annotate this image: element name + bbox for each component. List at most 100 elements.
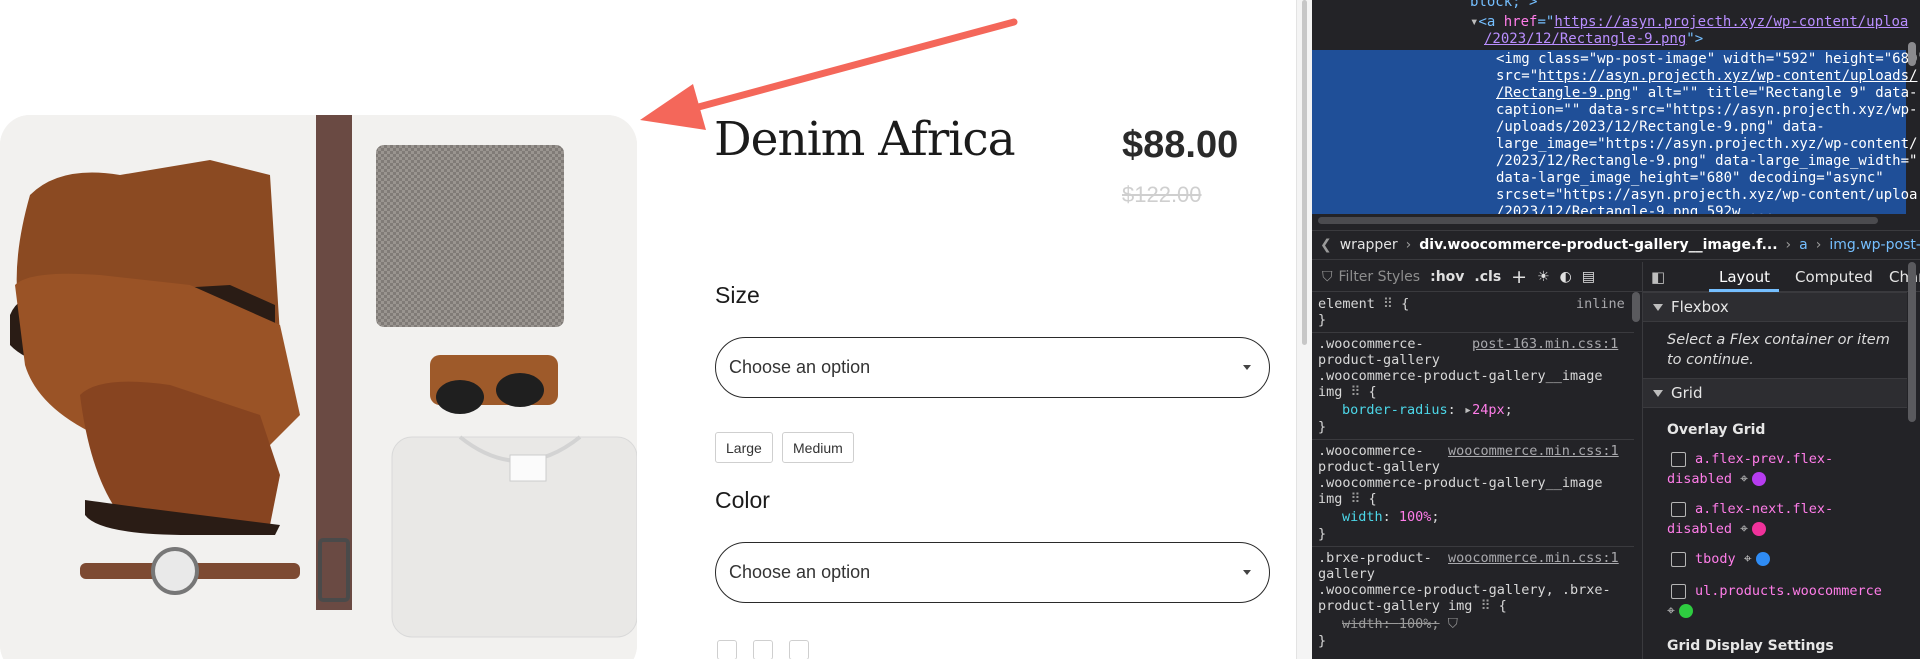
chevron-left-icon[interactable]: ❮ [1320, 237, 1332, 253]
dom-tree[interactable]: block;"> ▾<a href="https://asyn.projecth… [1312, 0, 1920, 214]
grid-section-header[interactable]: Grid [1643, 378, 1907, 408]
color-swatch[interactable] [753, 640, 773, 659]
rule-selector[interactable]: gallery [1318, 566, 1375, 583]
add-rule-button[interactable]: + [1511, 266, 1527, 288]
dom-node-a[interactable]: ▾<a href="https://asyn.projecth.xyz/wp-c… [1470, 14, 1908, 31]
belt-graphic [316, 115, 352, 610]
size-option-medium[interactable]: Medium [782, 432, 854, 463]
tab-computed[interactable]: Computed [1795, 268, 1873, 286]
grid-overlay-checkbox[interactable] [1671, 552, 1686, 567]
css-property: width [1342, 616, 1383, 632]
tab-layout[interactable]: Layout [1719, 268, 1770, 286]
color-label: Color [715, 487, 770, 513]
grid-color-swatch[interactable] [1752, 472, 1767, 486]
dom-line: large_image="https://asyn.projecth.xyz/w… [1496, 136, 1918, 152]
grid-item-label: a.flex-prev.flex- [1695, 451, 1834, 467]
class-toggle[interactable]: .cls [1474, 269, 1501, 285]
color-select[interactable]: Choose an option [715, 542, 1270, 603]
collapse-triangle-icon [1653, 389, 1663, 397]
rule-divider [1312, 332, 1634, 333]
rule-selector[interactable]: product-gallery [1318, 352, 1440, 369]
css-declaration[interactable]: width: 100%; [1342, 509, 1440, 526]
size-select-value: Choose an option [729, 357, 871, 377]
rule-selector[interactable]: product-gallery [1318, 459, 1440, 476]
styles-toolbar: ⛉ Filter Styles :hov .cls + ☀ ◐ ▤ [1312, 262, 1642, 292]
rule-selector[interactable]: img ⠿ { [1318, 491, 1377, 508]
breadcrumb-item[interactable]: div.woocommerce-product-gallery__image.f… [1419, 237, 1777, 253]
dom-link[interactable]: /Rectangle-9.png [1496, 85, 1631, 101]
grid-color-swatch[interactable] [1752, 522, 1767, 536]
layout-scrollbar[interactable] [1908, 262, 1916, 422]
brace: } [1318, 633, 1327, 649]
grid-overlay-checkbox[interactable] [1671, 452, 1686, 467]
rule-selector[interactable]: element ⠿ { [1318, 296, 1409, 313]
product-price: $88.00 [1122, 124, 1239, 166]
brace: } [1318, 419, 1327, 435]
grid-icon: ⠿ [1383, 296, 1393, 312]
grid-color-swatch[interactable] [1678, 604, 1693, 618]
dom-link[interactable]: https://asyn.projecth.xyz/wp-content/upl… [1554, 14, 1908, 30]
hover-state-toggle[interactable]: :hov [1430, 269, 1464, 285]
document-icon[interactable]: ▤ [1582, 269, 1595, 285]
dom-link[interactable]: https://asyn.projecth.xyz/wp-content/upl… [1538, 68, 1917, 84]
css-declaration[interactable]: width: 100%; ⛉ [1342, 616, 1458, 633]
crosshair-icon[interactable]: ⌖ [1740, 469, 1748, 489]
grid-overlay-checkbox[interactable] [1671, 584, 1686, 599]
breadcrumb-item[interactable]: wrapper [1340, 237, 1398, 253]
expand-triangle-icon[interactable]: ▸ [1464, 402, 1472, 418]
crosshair-icon[interactable]: ⌖ [1744, 549, 1752, 569]
rule-selector[interactable]: .woocommerce- [1318, 336, 1424, 353]
color-swatch[interactable] [717, 640, 737, 659]
css-value[interactable]: 24px [1472, 402, 1505, 418]
rule-source-link[interactable]: woocommerce.min.css:1 [1448, 443, 1619, 460]
sidebar-toggle-icon[interactable]: ◧ [1651, 268, 1665, 286]
selector-text: product-gallery img [1318, 598, 1473, 614]
product-image[interactable] [0, 115, 637, 659]
size-option-large[interactable]: Large [715, 432, 773, 463]
breadcrumb-item[interactable]: a [1799, 237, 1808, 253]
rule-selector[interactable]: .woocommerce-product-gallery, .brxe- [1318, 582, 1611, 599]
dom-eq: =" [1537, 14, 1555, 30]
grid-overlay-checkbox[interactable] [1671, 502, 1686, 517]
chevron-right-icon: › [1815, 237, 1822, 253]
size-select[interactable]: Choose an option [715, 337, 1270, 398]
filter-icon[interactable]: ⛉ [1448, 616, 1458, 632]
page-scrollbar-thumb[interactable] [1302, 0, 1307, 345]
styles-scrollbar[interactable] [1632, 292, 1640, 322]
crosshair-icon[interactable]: ⌖ [1740, 519, 1748, 539]
rule-selector[interactable]: .brxe-product- [1318, 550, 1432, 567]
breadcrumb-item[interactable]: img.wp-post-image [1829, 237, 1920, 253]
css-value[interactable]: 100% [1399, 616, 1432, 632]
rule-selector[interactable]: img ⠿ { [1318, 384, 1377, 401]
dom-vertical-scrollbar[interactable] [1908, 42, 1916, 66]
product-title: Denim Africa [714, 112, 1016, 167]
brace: } [1318, 312, 1327, 328]
sunglasses-graphic [436, 380, 484, 414]
filter-styles-input[interactable]: Filter Styles [1339, 269, 1421, 285]
section-title: Flexbox [1671, 298, 1729, 316]
rule-source-link[interactable]: woocommerce.min.css:1 [1448, 550, 1619, 567]
flexbox-section-header[interactable]: Flexbox [1643, 292, 1907, 322]
layout-tabs: ◧ Layout Computed Chan ▾ [1643, 262, 1920, 292]
dom-text: block;"> [1470, 0, 1538, 10]
contrast-icon[interactable]: ◐ [1560, 269, 1572, 285]
dom-horizontal-scrollbar[interactable] [1318, 217, 1878, 224]
dom-tag: <a [1478, 14, 1504, 30]
crosshair-icon[interactable]: ⌖ [1667, 601, 1675, 621]
rule-selector[interactable]: product-gallery img ⠿ { [1318, 598, 1507, 615]
product-page: Denim Africa $88.00 $122.00 Size Choose … [0, 0, 1296, 659]
color-swatch[interactable] [789, 640, 809, 659]
rule-source-link[interactable]: post-163.min.css:1 [1472, 336, 1618, 353]
dom-link[interactable]: /2023/12/Rectangle-9.png [1484, 31, 1686, 47]
grid-color-swatch[interactable] [1755, 552, 1770, 566]
rule-selector[interactable]: .woocommerce- [1318, 443, 1424, 460]
rule-selector[interactable]: .woocommerce-product-gallery__image [1318, 368, 1602, 385]
rule-selector[interactable]: .woocommerce-product-gallery__image [1318, 475, 1602, 492]
css-value[interactable]: 100% [1399, 509, 1432, 525]
css-declaration[interactable]: border-radius: ▸24px; [1342, 402, 1513, 419]
breadcrumb: ❮ wrapper › div.woocommerce-product-gall… [1312, 230, 1920, 260]
product-old-price: $122.00 [1122, 182, 1202, 207]
sun-icon[interactable]: ☀ [1537, 269, 1550, 285]
dom-line: src="https://asyn.projecth.xyz/wp-conten… [1496, 68, 1917, 85]
dom-line: srcset="https://asyn.projecth.xyz/wp-con… [1496, 187, 1918, 203]
